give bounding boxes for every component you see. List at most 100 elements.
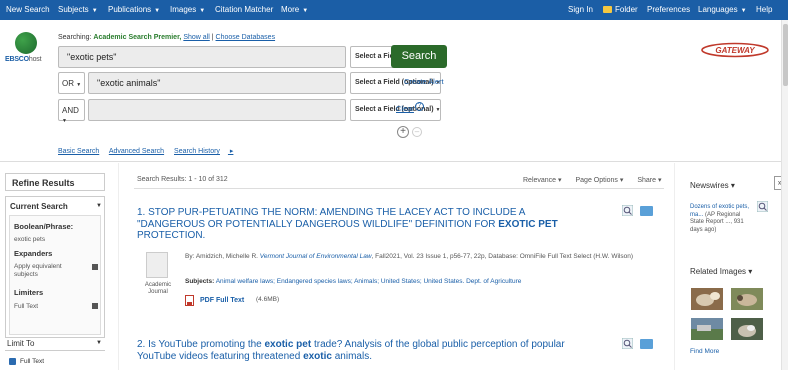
nav-subjects[interactable]: Subjects ▼ bbox=[58, 5, 98, 14]
current-search-panel: Current Search ▼ Boolean/Phrase: exotic … bbox=[5, 196, 105, 338]
find-more-link[interactable]: Find More bbox=[690, 348, 719, 355]
add-to-folder-icon[interactable] bbox=[640, 339, 653, 349]
results-list: Search Results: 1 - 10 of 312 Relevance … bbox=[118, 163, 673, 370]
search-input-3[interactable] bbox=[88, 99, 346, 121]
chevron-down-icon[interactable]: ▼ bbox=[96, 203, 102, 209]
nav-label: More bbox=[281, 5, 300, 14]
relevance-label: Relevance bbox=[523, 177, 557, 184]
nav-label: Sign In bbox=[568, 5, 593, 14]
caret-down-icon: ▼ bbox=[740, 8, 747, 14]
newswires-title[interactable]: Newswires ▾ bbox=[690, 181, 735, 190]
page-scrollbar[interactable] bbox=[781, 20, 788, 370]
choose-databases-link[interactable]: Choose Databases bbox=[216, 34, 276, 41]
boolean-value[interactable]: exotic pets bbox=[14, 236, 45, 243]
nav-label: Languages bbox=[698, 5, 738, 14]
result-title-1[interactable]: 1. STOP PUR-PETUATING THE NORM: AMENDING… bbox=[137, 207, 597, 242]
chevron-down-icon[interactable]: ▼ bbox=[96, 340, 102, 346]
nav-preferences[interactable]: Preferences bbox=[647, 5, 690, 14]
related-image-4[interactable] bbox=[731, 318, 763, 340]
related-image-3[interactable] bbox=[691, 318, 723, 340]
preview-magnifier-icon[interactable] bbox=[622, 205, 633, 216]
related-image-1[interactable] bbox=[691, 288, 723, 310]
bool-select-2[interactable]: OR ▼ bbox=[58, 72, 85, 94]
search-input-2[interactable]: "exotic animals" bbox=[88, 72, 346, 94]
nav-images[interactable]: Images ▼ bbox=[170, 5, 205, 14]
nav-label: Subjects bbox=[58, 5, 89, 14]
boolean-heading: Boolean/Phrase: bbox=[14, 222, 74, 231]
add-to-folder-icon[interactable] bbox=[640, 206, 653, 216]
pdf-icon[interactable] bbox=[185, 295, 194, 306]
nav-label: Folder bbox=[615, 5, 638, 14]
newswires-label: Newswires bbox=[690, 181, 729, 190]
clear-link[interactable]: Clear bbox=[396, 104, 414, 113]
nav-sign-in[interactable]: Sign In bbox=[568, 5, 593, 14]
help-icon[interactable]: ? bbox=[415, 102, 424, 111]
caret-down-icon: ▼ bbox=[154, 8, 161, 14]
search-header: EBSCOhost Searching: Academic Search Pre… bbox=[0, 20, 788, 162]
nav-label: New Search bbox=[6, 5, 50, 14]
current-search-title[interactable]: Current Search bbox=[10, 202, 68, 211]
publication-type-label: Academic Journal bbox=[144, 282, 172, 295]
search-row-3: AND ▼ Select a Field (optional) ▼ bbox=[58, 99, 441, 124]
nav-citation-matcher[interactable]: Citation Matcher bbox=[215, 5, 273, 14]
basic-search-link[interactable]: Basic Search bbox=[58, 148, 99, 155]
related-images-title[interactable]: Related Images ▾ bbox=[690, 267, 752, 276]
share-dropdown[interactable]: Share ▾ bbox=[637, 177, 661, 184]
limit-to-title[interactable]: Limit To bbox=[7, 339, 34, 348]
remove-limiter-icon[interactable] bbox=[92, 303, 98, 309]
show-all-link[interactable]: Show all bbox=[183, 34, 209, 41]
search-links: Basic Search Advanced Search Search Hist… bbox=[58, 147, 241, 155]
searching-line: Searching: Academic Search Premier, Show… bbox=[58, 34, 275, 41]
expanders-heading: Expanders bbox=[14, 249, 53, 258]
nav-more[interactable]: More ▼ bbox=[281, 5, 308, 14]
ebscohost-logo[interactable]: EBSCOhost bbox=[5, 32, 51, 63]
nav-publications[interactable]: Publications ▼ bbox=[108, 5, 160, 14]
page-options-dropdown[interactable]: Page Options ▾ bbox=[576, 177, 624, 184]
scroll-thumb[interactable] bbox=[783, 24, 788, 86]
subjects-links[interactable]: Animal welfare laws; Endangered species … bbox=[216, 278, 522, 285]
database-name: Academic Search Premier, bbox=[93, 34, 182, 41]
logo-text: EBSCOhost bbox=[5, 56, 42, 63]
bool-select-3[interactable]: AND ▼ bbox=[58, 99, 85, 124]
nav-languages[interactable]: Languages ▼ bbox=[698, 5, 747, 14]
create-alert-link[interactable]: Create Alert bbox=[404, 77, 444, 86]
nav-label: Citation Matcher bbox=[215, 5, 274, 14]
related-image-2[interactable] bbox=[731, 288, 763, 310]
gateway-logo-text: GATEWAY bbox=[715, 46, 755, 55]
results-options: Relevance ▾ Page Options ▾ Share ▾ bbox=[523, 176, 662, 184]
add-row-button[interactable]: + bbox=[397, 126, 409, 138]
nav-help[interactable]: Help bbox=[756, 5, 772, 14]
preview-magnifier-icon[interactable] bbox=[757, 201, 768, 212]
nav-label: Help bbox=[756, 5, 773, 14]
remove-expander-icon[interactable] bbox=[92, 264, 98, 270]
full-text-label: Full Text bbox=[20, 358, 45, 365]
nav-folder[interactable]: Folder bbox=[603, 5, 638, 14]
share-label: Share bbox=[637, 177, 657, 184]
search-input-1[interactable]: "exotic pets" bbox=[58, 46, 346, 68]
search-history-label: Search History bbox=[174, 148, 220, 155]
preview-magnifier-icon[interactable] bbox=[622, 338, 633, 349]
document-thumbnail-icon bbox=[146, 252, 168, 278]
pdf-full-text-link[interactable]: PDF Full Text bbox=[200, 297, 244, 304]
relevance-dropdown[interactable]: Relevance ▾ bbox=[523, 177, 562, 184]
refine-sidebar: Refine Results Current Search ▼ Boolean/… bbox=[0, 163, 118, 370]
nav-new-search[interactable]: New Search bbox=[6, 5, 50, 14]
searching-label: Searching: bbox=[58, 34, 92, 41]
newswire-item: Dozens of exotic pets, ma... (AP Regiona… bbox=[690, 204, 750, 234]
globe-icon bbox=[15, 32, 37, 54]
search-row-1: "exotic pets" Select a Field (optional) … bbox=[58, 46, 441, 68]
expander-value: Apply equivalent subjects bbox=[14, 263, 62, 278]
search-row-2: OR ▼ "exotic animals" Select a Field (op… bbox=[58, 72, 441, 94]
caret-down-icon: ▼ bbox=[302, 8, 309, 14]
search-history-link[interactable]: Search History ▸ bbox=[174, 148, 233, 155]
advanced-search-link[interactable]: Advanced Search bbox=[109, 148, 164, 155]
right-panel: Newswires ▾ Dozens of exotic pets, ma...… bbox=[674, 163, 774, 370]
result-title-2[interactable]: 2. Is YouTube promoting the exotic pet t… bbox=[137, 339, 607, 362]
page-options-label: Page Options bbox=[575, 177, 618, 184]
journal-link[interactable]: Vermont Journal of Environmental Law bbox=[260, 253, 372, 260]
remove-row-button[interactable]: – bbox=[412, 127, 422, 137]
result-subjects-1: Subjects: Animal welfare laws; Endangere… bbox=[185, 278, 522, 285]
search-button[interactable]: Search bbox=[391, 45, 447, 68]
gateway-logo: GATEWAY bbox=[701, 42, 769, 58]
full-text-checkbox[interactable] bbox=[9, 358, 16, 365]
